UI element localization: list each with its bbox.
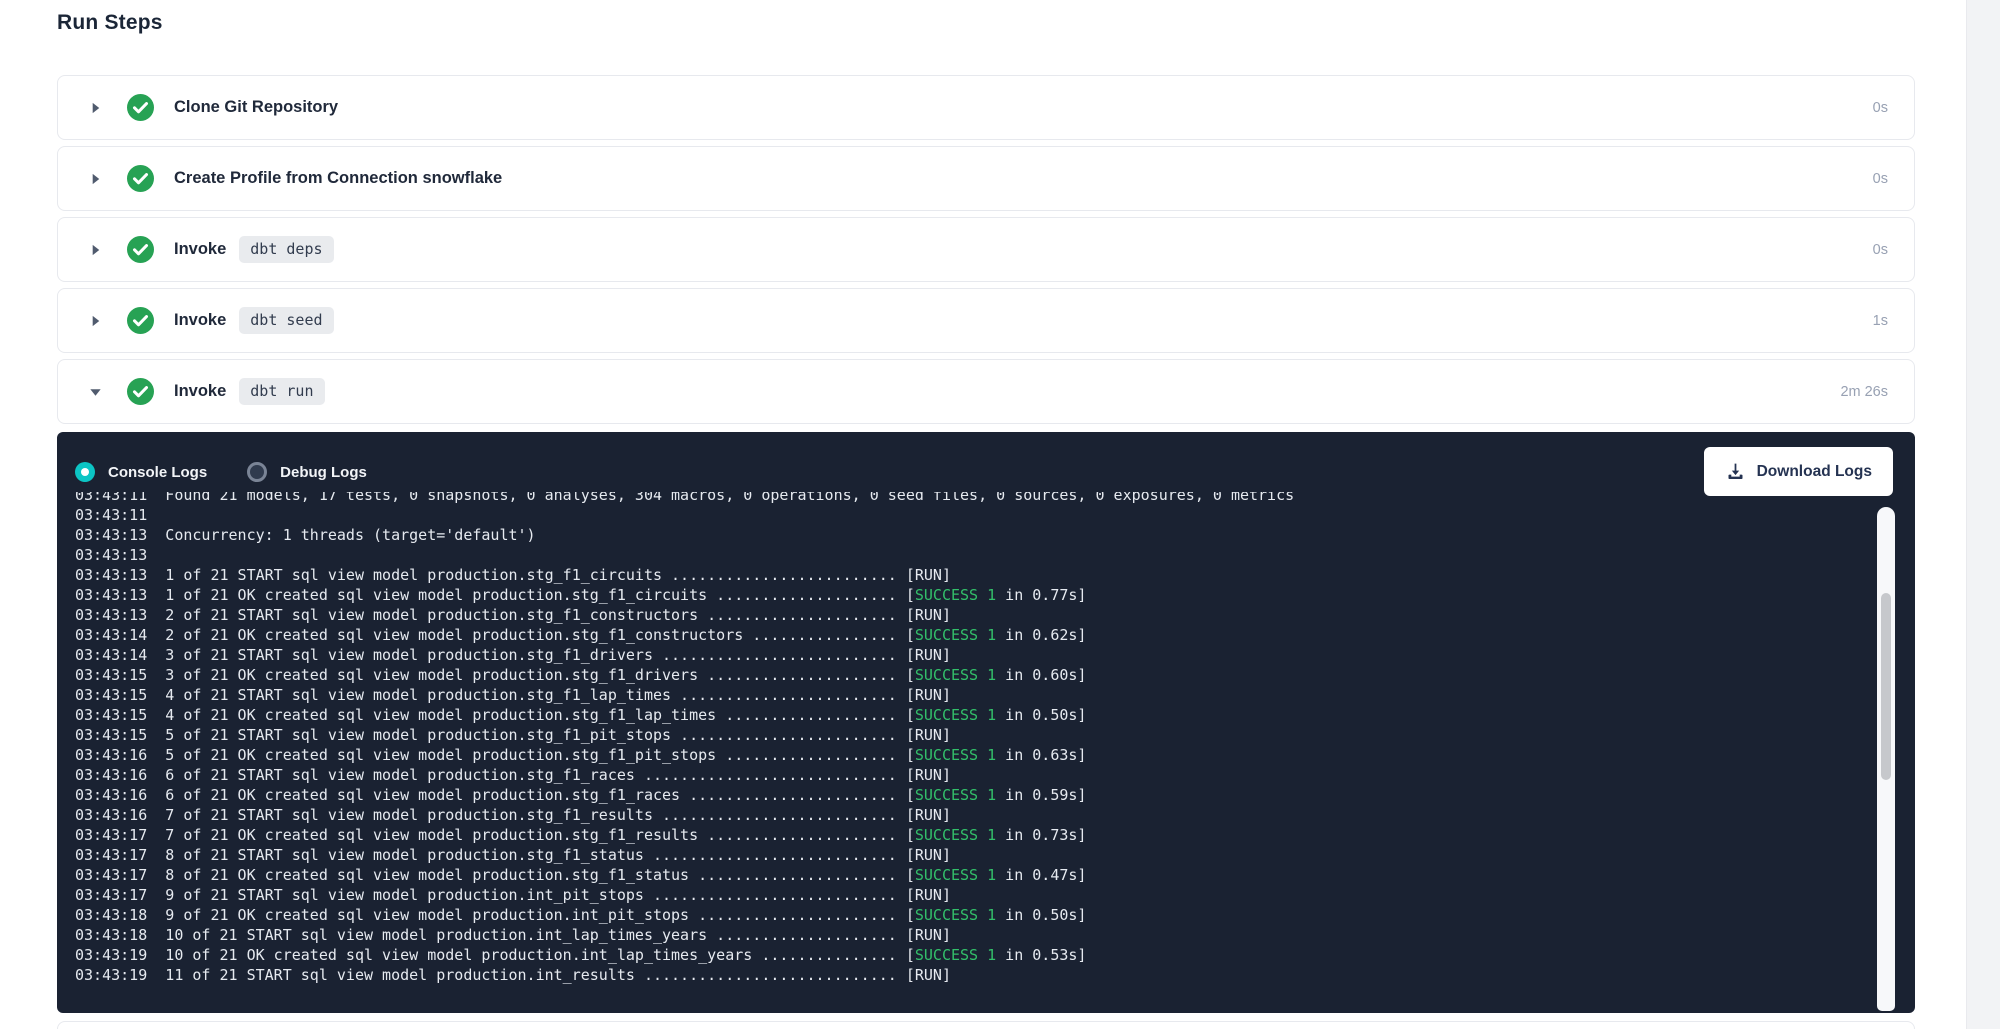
command-badge: dbt seed [239, 307, 333, 334]
chevron-right-icon[interactable] [88, 313, 103, 329]
next-step-card-partial [57, 1021, 1915, 1029]
log-scrollbar-track[interactable] [1877, 507, 1895, 1011]
step-row-invoke-dbt-run[interactable]: Invoke dbt run 2m 26s [57, 359, 1915, 424]
radio-label: Console Logs [108, 464, 207, 481]
debug-logs-radio[interactable]: Debug Logs [247, 462, 367, 482]
run-steps-list: Clone Git Repository0sCreate Profile fro… [57, 75, 1915, 430]
radio-label: Debug Logs [280, 464, 367, 481]
log-line: 03:43:13 [75, 545, 1873, 565]
step-label: Invoke [174, 311, 226, 330]
step-duration: 0s [1873, 100, 1888, 116]
step-row-invoke-dbt-seed[interactable]: Invoke dbt seed 1s [57, 288, 1915, 353]
log-line: 03:43:15 5 of 21 START sql view model pr… [75, 725, 1873, 745]
success-check-icon [127, 307, 154, 334]
log-line: 03:43:13 1 of 21 START sql view model pr… [75, 565, 1873, 585]
command-badge: dbt deps [239, 236, 333, 263]
download-logs-button[interactable]: Download Logs [1704, 447, 1893, 496]
log-line: 03:43:16 6 of 21 OK created sql view mod… [75, 785, 1873, 805]
success-check-icon [127, 378, 154, 405]
log-success-text: SUCCESS 1 [915, 946, 996, 964]
page-title: Run Steps [57, 11, 163, 35]
log-success-text: SUCCESS 1 [915, 826, 996, 844]
log-line: 03:43:18 9 of 21 OK created sql view mod… [75, 905, 1873, 925]
step-label: Invoke [174, 240, 226, 259]
chevron-right-icon[interactable] [88, 171, 103, 187]
step-duration: 0s [1873, 171, 1888, 187]
log-line: 03:43:13 Concurrency: 1 threads (target=… [75, 525, 1873, 545]
log-line: 03:43:17 9 of 21 START sql view model pr… [75, 885, 1873, 905]
log-line: 03:43:15 4 of 21 START sql view model pr… [75, 685, 1873, 705]
chevron-right-icon[interactable] [88, 242, 103, 258]
log-line: 03:43:19 11 of 21 START sql view model p… [75, 965, 1873, 985]
log-line: 03:43:13 2 of 21 START sql view model pr… [75, 605, 1873, 625]
log-type-radio-group: Console Logs Debug Logs [75, 462, 367, 482]
log-success-text: SUCCESS 1 [915, 786, 996, 804]
log-line: 03:43:15 3 of 21 OK created sql view mod… [75, 665, 1873, 685]
log-line: 03:43:11 Found 21 models, 17 tests, 0 sn… [75, 492, 1873, 505]
download-logs-label: Download Logs [1757, 463, 1872, 481]
step-row-clone-git-repository[interactable]: Clone Git Repository 0s [57, 75, 1915, 140]
success-check-icon [127, 165, 154, 192]
log-line: 03:43:13 1 of 21 OK created sql view mod… [75, 585, 1873, 605]
log-line: 03:43:17 7 of 21 OK created sql view mod… [75, 825, 1873, 845]
page-right-gutter [1966, 0, 2000, 1029]
step-label: Clone Git Repository [174, 98, 338, 117]
log-line: 03:43:17 8 of 21 OK created sql view mod… [75, 865, 1873, 885]
step-label: Create Profile from Connection snowflake [174, 169, 502, 188]
log-line: 03:43:11 [75, 505, 1873, 525]
success-check-icon [127, 94, 154, 121]
log-success-text: SUCCESS 1 [915, 586, 996, 604]
log-line: 03:43:14 3 of 21 START sql view model pr… [75, 645, 1873, 665]
radio-unselected-icon[interactable] [247, 462, 267, 482]
log-line: 03:43:15 4 of 21 OK created sql view mod… [75, 705, 1873, 725]
step-duration: 2m 26s [1840, 384, 1888, 400]
log-success-text: SUCCESS 1 [915, 626, 996, 644]
log-success-text: SUCCESS 1 [915, 746, 996, 764]
log-line: 03:43:16 5 of 21 OK created sql view mod… [75, 745, 1873, 765]
step-row-invoke-dbt-deps[interactable]: Invoke dbt deps 0s [57, 217, 1915, 282]
log-line: 03:43:16 6 of 21 START sql view model pr… [75, 765, 1873, 785]
step-label: Invoke [174, 382, 226, 401]
success-check-icon [127, 236, 154, 263]
log-line: 03:43:14 2 of 21 OK created sql view mod… [75, 625, 1873, 645]
chevron-right-icon[interactable] [88, 100, 103, 116]
log-success-text: SUCCESS 1 [915, 866, 996, 884]
log-success-text: SUCCESS 1 [915, 666, 996, 684]
chevron-down-icon[interactable] [88, 384, 103, 400]
log-line: 03:43:18 10 of 21 START sql view model p… [75, 925, 1873, 945]
log-line: 03:43:17 8 of 21 START sql view model pr… [75, 845, 1873, 865]
console-logs-radio[interactable]: Console Logs [75, 462, 207, 482]
download-icon [1725, 461, 1746, 482]
step-duration: 1s [1873, 313, 1888, 329]
step-row-create-profile-from-connection-snowflake[interactable]: Create Profile from Connection snowflake… [57, 146, 1915, 211]
console-panel: Console Logs Debug Logs Download Logs 03:… [57, 432, 1915, 1013]
command-badge: dbt run [239, 378, 324, 405]
log-line: 03:43:16 7 of 21 START sql view model pr… [75, 805, 1873, 825]
step-duration: 0s [1873, 242, 1888, 258]
radio-selected-icon[interactable] [75, 462, 95, 482]
log-viewport[interactable]: 03:43:11 Found 21 models, 17 tests, 0 sn… [75, 492, 1873, 1005]
log-success-text: SUCCESS 1 [915, 906, 996, 924]
log-success-text: SUCCESS 1 [915, 706, 996, 724]
log-line: 03:43:19 10 of 21 OK created sql view mo… [75, 945, 1873, 965]
log-scrollbar-thumb[interactable] [1881, 593, 1891, 780]
